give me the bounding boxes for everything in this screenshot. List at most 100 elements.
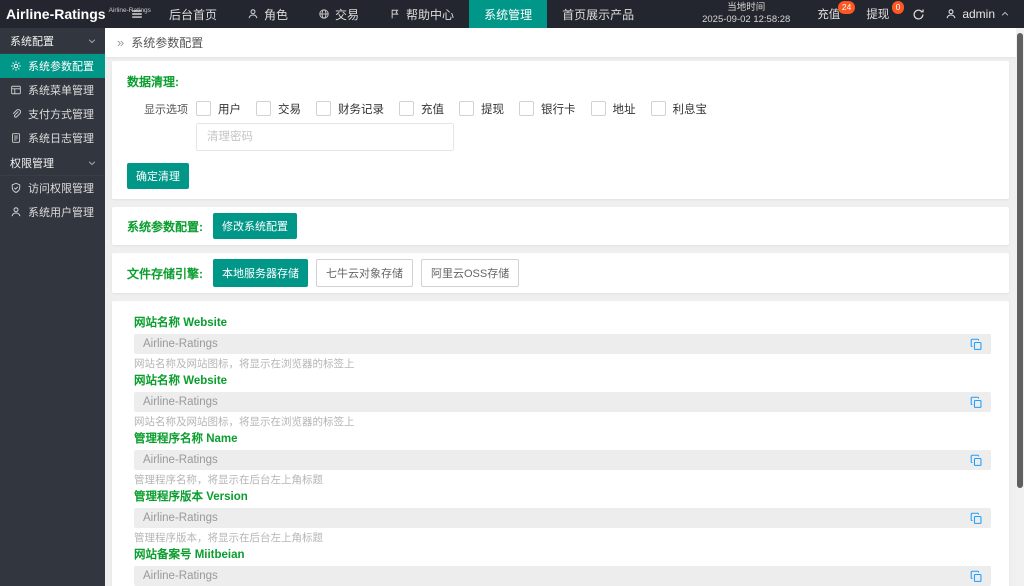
sidebar-section-0[interactable]: 系统配置 [0, 28, 105, 54]
copy-icon[interactable] [970, 512, 983, 525]
copy-icon[interactable] [970, 396, 983, 409]
checkbox-label: 银行卡 [541, 101, 576, 117]
checkbox[interactable] [399, 101, 414, 116]
field-input[interactable]: Airline-Ratings [134, 392, 991, 412]
scrollbar-thumb[interactable] [1017, 33, 1023, 488]
settings-form-card: 网站名称 Website Airline-Ratings 网站名称及网站图标，将显示… [112, 301, 1009, 586]
clean-password-input[interactable] [196, 123, 454, 151]
breadcrumb-label: 系统参数配置 [131, 34, 203, 51]
nav-item-0[interactable]: 后台首页 [154, 0, 232, 28]
nav-item-4[interactable]: 系统管理 [469, 0, 547, 28]
refresh-button[interactable] [902, 0, 935, 28]
options-label: 显示选项 [144, 101, 190, 117]
sidebar-section-title: 权限管理 [10, 155, 54, 171]
copy-icon[interactable] [970, 338, 983, 351]
flag-icon [389, 8, 401, 20]
gear-icon [10, 60, 22, 72]
sidebar-item-1-0[interactable]: 访问权限管理 [0, 176, 105, 200]
copy-icon[interactable] [970, 454, 983, 467]
field-label: 网站备案号 Miitbeian [134, 549, 991, 562]
checkbox-label: 用户 [218, 101, 241, 117]
sidebar-item-0-0[interactable]: 系统参数配置 [0, 54, 105, 78]
checkbox-option-3[interactable]: 充值 [399, 101, 444, 117]
checkbox-option-6[interactable]: 地址 [591, 101, 636, 117]
sidebar-item-0-2[interactable]: 支付方式管理 [0, 102, 105, 126]
settings-form: 网站名称 Website Airline-Ratings 网站名称及网站图标，将显示… [134, 317, 991, 586]
field-input[interactable]: Airline-Ratings [134, 334, 991, 354]
sidebar-item-label: 系统用户管理 [28, 204, 94, 220]
local-time-value: 2025-09-02 12:58:28 [702, 14, 790, 26]
vertical-scrollbar[interactable] [1016, 28, 1024, 586]
checkbox[interactable] [316, 101, 331, 116]
storage-engine-button-0[interactable]: 本地服务器存储 [213, 259, 308, 287]
app-logo: Airline-Ratings Airline-Ratings [0, 0, 120, 28]
confirm-clean-button[interactable]: 确定清理 [127, 163, 189, 189]
sidebar-item-label: 系统日志管理 [28, 130, 94, 146]
nav-item-label: 后台首页 [169, 6, 217, 23]
sidebar-item-1-1[interactable]: 系统用户管理 [0, 200, 105, 224]
help-text: 网站名称及网站图标，将显示在浏览器的标签上 [134, 416, 355, 428]
log-icon [10, 132, 22, 144]
withdraw-badge: 0 [892, 1, 905, 14]
field-help: 网站名称及网站图标，将显示在浏览器的标签上 [134, 416, 991, 428]
storage-engine-button-1[interactable]: 七牛云对象存储 [316, 259, 413, 287]
local-time: 当地时间 2025-09-02 12:58:28 [688, 0, 804, 28]
checkbox[interactable] [651, 101, 666, 116]
topbar: Airline-Ratings Airline-Ratings 后台首页角色交易… [0, 0, 1024, 28]
nav-item-2[interactable]: 交易 [303, 0, 374, 28]
checkbox-option-2[interactable]: 财务记录 [316, 101, 384, 117]
sidebar-item-label: 支付方式管理 [28, 106, 94, 122]
shield-icon [10, 182, 22, 194]
user-menu[interactable]: admin [935, 0, 1024, 28]
sidebar-item-0-3[interactable]: 系统日志管理 [0, 126, 105, 150]
breadcrumb-arrow-icon: » [117, 35, 124, 50]
top-nav: 后台首页角色交易 帮助中心系统管理首页展示产品 [154, 0, 649, 28]
topbar-right: 当地时间 2025-09-02 12:58:28 充值 24 提现 0 admi… [688, 0, 1024, 28]
checkbox-option-5[interactable]: 银行卡 [519, 101, 576, 117]
checkbox-option-7[interactable]: 利息宝 [651, 101, 708, 117]
field-help: 管理程序版本，将显示在后台左上角标题 [134, 532, 991, 544]
field-input[interactable]: Airline-Ratings [134, 508, 991, 528]
checkbox[interactable] [591, 101, 606, 116]
recharge-label: 充值 [817, 6, 840, 22]
checkbox-option-4[interactable]: 提现 [459, 101, 504, 117]
paperclip-icon [10, 108, 22, 120]
local-time-label: 当地时间 [702, 2, 790, 14]
checkbox[interactable] [256, 101, 271, 116]
field-input[interactable]: Airline-Ratings [134, 450, 991, 470]
sidebar-section-1[interactable]: 权限管理 [0, 150, 105, 176]
field-input[interactable]: Airline-Ratings [134, 566, 991, 586]
recharge-button[interactable]: 充值 24 [804, 0, 853, 28]
checkbox-option-0[interactable]: 用户 [196, 101, 241, 117]
modify-system-config-button[interactable]: 修改系统配置 [213, 213, 297, 239]
field-label: 管理程序名称 Name [134, 433, 991, 446]
form-field-1: 网站名称 Website Airline-Ratings 网站名称及网站图标，将显示… [134, 375, 991, 428]
checkbox-option-1[interactable]: 交易 [256, 101, 301, 117]
content: 数据清理: 显示选项 用户交易财务记录充值提现银行卡地址利息宝 确定清理 系统参… [105, 57, 1016, 586]
field-label: 网站名称 Website [134, 375, 991, 388]
refresh-icon [912, 8, 925, 21]
hamburger-menu-button[interactable] [120, 0, 154, 28]
nav-item-3[interactable]: 帮助中心 [374, 0, 469, 28]
withdraw-button[interactable]: 提现 0 [853, 0, 902, 28]
nav-item-5[interactable]: 首页展示产品 [547, 0, 649, 28]
data-clean-card: 数据清理: 显示选项 用户交易财务记录充值提现银行卡地址利息宝 确定清理 [112, 61, 1009, 199]
storage-engine-button-2[interactable]: 阿里云OSS存储 [421, 259, 519, 287]
form-field-0: 网站名称 WebsiteAirline-Ratings网站名称及网站图标，将显示… [134, 317, 991, 370]
nav-item-1[interactable]: 角色 [232, 0, 303, 28]
sidebar-section-title: 系统配置 [10, 33, 54, 49]
form-field-2: 管理程序名称 NameAirline-Ratings管理程序名称，将显示在后台左… [134, 433, 991, 486]
sidebar-item-0-1[interactable]: 系统菜单管理 [0, 78, 105, 102]
nav-item-label: 帮助中心 [406, 6, 454, 23]
chevron-down-icon [87, 36, 97, 46]
checkbox[interactable] [459, 101, 474, 116]
copy-icon[interactable] [970, 570, 983, 583]
person-icon [10, 206, 22, 218]
field-value: Airline-Ratings [143, 512, 218, 524]
help-text: 网站名称及网站图标，将显示在浏览器的标签上 [134, 358, 355, 370]
checkbox[interactable] [196, 101, 211, 116]
username: admin [962, 7, 995, 21]
main-area: » 系统参数配置 数据清理: 显示选项 用户交易财务记录充值提现银行卡地址利息宝… [105, 28, 1016, 586]
checkbox[interactable] [519, 101, 534, 116]
breadcrumb: » 系统参数配置 [105, 28, 1016, 57]
